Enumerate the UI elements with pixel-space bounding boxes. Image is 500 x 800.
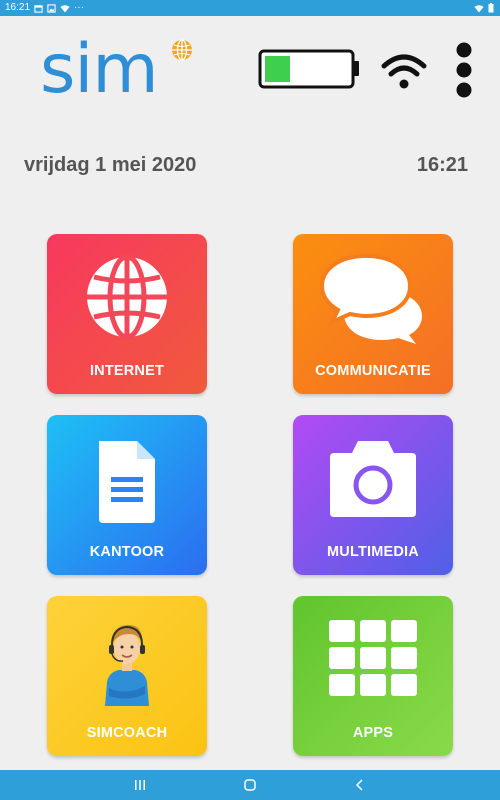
battery-icon	[488, 3, 494, 13]
globe-icon	[47, 252, 207, 342]
sim-logo: sim	[40, 34, 200, 106]
tile-label: APPS	[352, 725, 394, 741]
recent-apps-icon	[135, 780, 145, 790]
home-icon	[244, 779, 256, 791]
chat-bubbles-icon	[293, 252, 453, 344]
tile-multimedia[interactable]: MULTIMEDIA	[293, 415, 453, 575]
wifi-icon	[474, 4, 484, 13]
home-screen: 16:21 ··· sim vrijdag 1 mei 2020 16:21 I…	[0, 0, 500, 800]
battery-icon[interactable]	[258, 49, 362, 96]
calendar-icon	[34, 4, 43, 13]
current-date: vrijdag 1 mei 2020	[24, 154, 197, 176]
status-bar-left: 16:21 ···	[5, 0, 84, 16]
image-icon	[47, 3, 56, 13]
more-icon: ···	[74, 2, 85, 13]
wifi-icon[interactable]	[381, 54, 427, 95]
camera-icon	[293, 433, 453, 519]
apps-grid-icon	[293, 614, 453, 698]
tile-label: SIMCOACH	[86, 725, 168, 741]
tile-label: INTERNET	[89, 363, 165, 379]
tile-label: MULTIMEDIA	[327, 544, 419, 560]
back-icon	[355, 779, 363, 791]
home-button[interactable]	[230, 770, 270, 800]
tile-simcoach[interactable]: SIMCOACH	[47, 596, 207, 756]
current-time: 16:21	[416, 154, 468, 176]
navigation-bar	[0, 770, 500, 800]
tile-kantoor[interactable]: KANTOOR	[47, 415, 207, 575]
tile-internet[interactable]: INTERNET	[47, 234, 207, 394]
recent-apps-button[interactable]	[120, 770, 160, 800]
document-icon	[47, 433, 207, 523]
more-vertical-icon[interactable]	[454, 42, 474, 103]
tile-label: COMMUNICATIE	[315, 363, 431, 379]
logo-text: sim	[40, 30, 159, 109]
tile-label: KANTOOR	[89, 544, 165, 560]
back-button[interactable]	[340, 770, 380, 800]
status-bar-right	[474, 0, 494, 16]
coach-avatar-icon	[47, 614, 207, 706]
tile-communicatie[interactable]: COMMUNICATIE	[293, 234, 453, 394]
status-bar: 16:21 ···	[0, 0, 500, 16]
wifi-icon	[60, 4, 70, 13]
logo-globe-icon	[170, 38, 194, 67]
status-time: 16:21	[5, 2, 31, 13]
tile-apps[interactable]: APPS	[293, 596, 453, 756]
